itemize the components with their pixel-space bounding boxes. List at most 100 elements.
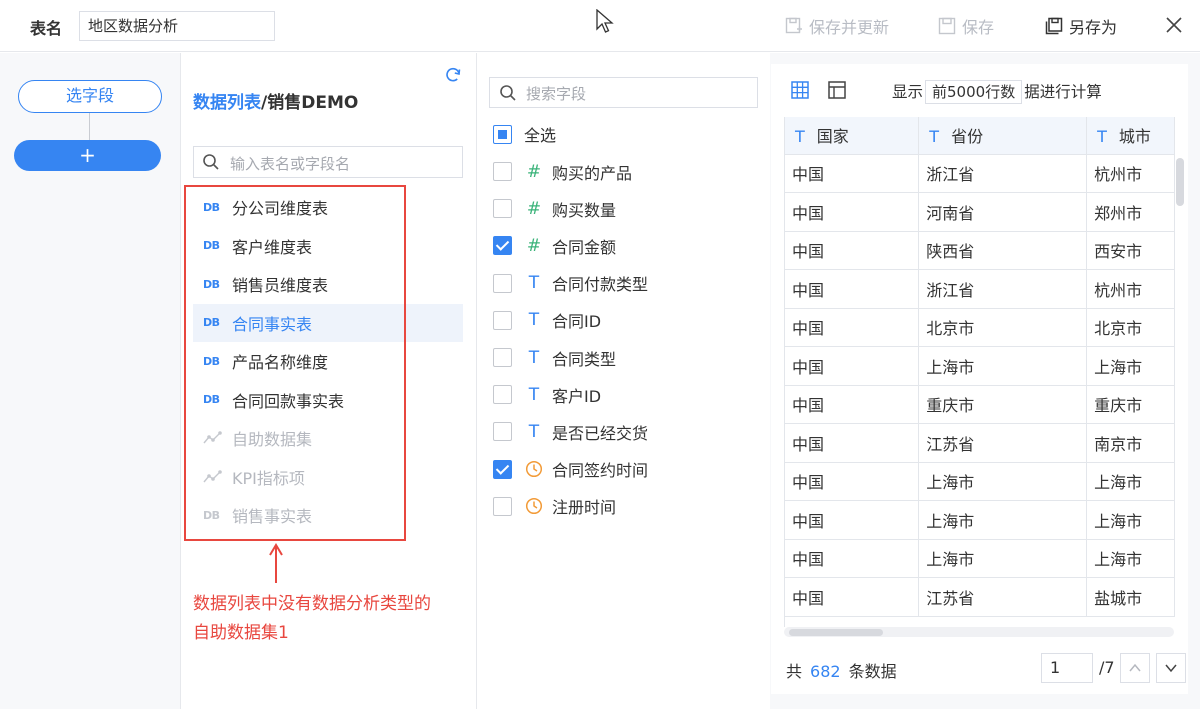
text-type-icon: T bbox=[528, 310, 540, 331]
checkbox-partial[interactable] bbox=[493, 124, 512, 144]
field-item[interactable]: T 合同类型 bbox=[493, 339, 648, 376]
table-cell: 重庆市 bbox=[918, 385, 1088, 424]
prev-page-button[interactable] bbox=[1120, 653, 1150, 683]
add-step-button[interactable]: + bbox=[14, 140, 161, 171]
table-cell: 中国 bbox=[785, 269, 920, 309]
table-cell: 北京市 bbox=[918, 308, 1088, 347]
text-type-icon: T bbox=[528, 273, 540, 294]
field-search-placeholder: 搜索字段 bbox=[526, 85, 587, 103]
preview-table: T 国家 T 省份 T 城市 中国 浙江省 杭州市 中国 河南省 郑州市 中国 陕西省 西安市 中… bbox=[784, 117, 1175, 627]
horizontal-scrollbar[interactable] bbox=[789, 629, 883, 636]
number-type-icon: # bbox=[526, 235, 542, 256]
field-list: # 购买的产品 # 购买数量 # 合同金额 T 合同付款类型 T 合同ID T 合同类型 T… bbox=[493, 153, 648, 525]
top-bar: 表名 地区数据分析 保存并更新 保存 另存为 bbox=[0, 0, 1200, 52]
field-item[interactable]: 注册时间 bbox=[493, 488, 648, 525]
field-item[interactable]: T 客户ID bbox=[493, 376, 648, 413]
table-cell: 上海市 bbox=[1086, 500, 1175, 540]
select-all-label: 全选 bbox=[524, 126, 557, 145]
table-cell: 中国 bbox=[785, 308, 920, 347]
refresh-icon[interactable] bbox=[444, 66, 462, 84]
table-cell: 中国 bbox=[785, 346, 920, 386]
field-search-input[interactable]: 搜索字段 bbox=[489, 77, 758, 108]
table-row: 中国 江苏省 盐城市 bbox=[785, 577, 1175, 617]
pick-fields-button[interactable]: 选字段 bbox=[18, 80, 162, 113]
table-row: 中国 北京市 北京市 bbox=[785, 308, 1175, 347]
chevron-up-icon bbox=[1129, 663, 1141, 672]
field-item[interactable]: T 合同ID bbox=[493, 302, 648, 339]
table-cell: 上海市 bbox=[1086, 539, 1175, 578]
table-row: 中国 陕西省 西安市 bbox=[785, 231, 1175, 270]
field-checkbox-checked[interactable] bbox=[493, 459, 512, 479]
table-cell: 重庆市 bbox=[1086, 385, 1175, 424]
field-label: 注册时间 bbox=[552, 498, 617, 518]
table-cell: 江苏省 bbox=[918, 577, 1088, 617]
field-item[interactable]: 合同签约时间 bbox=[493, 451, 648, 488]
row-count-number: 682 bbox=[810, 662, 841, 681]
table-cell: 陕西省 bbox=[918, 231, 1088, 270]
chevron-down-icon bbox=[1165, 664, 1177, 673]
clock-icon bbox=[524, 459, 544, 479]
select-all-checkbox[interactable]: 全选 bbox=[493, 123, 556, 145]
field-item[interactable]: # 合同金额 bbox=[493, 227, 648, 264]
field-label: 合同签约时间 bbox=[552, 461, 649, 481]
text-type-icon: T bbox=[528, 384, 540, 405]
column-header[interactable]: T 国家 bbox=[785, 117, 920, 155]
column-header[interactable]: T 城市 bbox=[1086, 117, 1175, 155]
field-checkbox[interactable] bbox=[493, 310, 512, 330]
table-name-input[interactable]: 地区数据分析 bbox=[79, 11, 275, 41]
table-cell: 南京市 bbox=[1086, 423, 1175, 463]
field-item[interactable]: T 合同付款类型 bbox=[493, 265, 648, 302]
table-cell: 盐城市 bbox=[1086, 577, 1175, 617]
save-as-label: 另存为 bbox=[1069, 18, 1118, 37]
field-item[interactable]: # 购买的产品 bbox=[493, 153, 648, 190]
field-checkbox[interactable] bbox=[493, 162, 512, 182]
field-label: 合同金额 bbox=[552, 237, 617, 257]
table-cell: 中国 bbox=[785, 500, 920, 540]
field-item[interactable]: T 是否已经交货 bbox=[493, 413, 648, 450]
save-as-icon bbox=[1045, 17, 1063, 35]
field-checkbox[interactable] bbox=[493, 348, 512, 368]
row-limit-select[interactable]: 前5000行数 bbox=[925, 80, 1023, 104]
clock-icon bbox=[524, 496, 544, 516]
field-label: 是否已经交货 bbox=[552, 423, 649, 443]
field-label: 合同类型 bbox=[552, 349, 617, 369]
field-checkbox[interactable] bbox=[493, 496, 512, 516]
vertical-scrollbar[interactable] bbox=[1176, 158, 1184, 206]
save-and-update-label: 保存并更新 bbox=[809, 18, 890, 37]
preview-info-suffix: 据进行计算 bbox=[1024, 83, 1102, 101]
save-as-button[interactable]: 另存为 bbox=[1045, 14, 1117, 38]
column-header[interactable]: T 省份 bbox=[918, 117, 1088, 155]
table-search-input[interactable]: 输入表名或字段名 bbox=[193, 146, 463, 178]
table-row: 中国 上海市 上海市 bbox=[785, 346, 1175, 386]
field-label: 合同付款类型 bbox=[552, 275, 649, 295]
table-row: 中国 浙江省 杭州市 bbox=[785, 269, 1175, 309]
grid-view-icon[interactable] bbox=[790, 80, 810, 100]
table-search-placeholder: 输入表名或字段名 bbox=[230, 155, 351, 173]
breadcrumb-current: 销售DEMO bbox=[267, 93, 359, 113]
table-cell: 北京市 bbox=[1086, 308, 1175, 347]
field-item[interactable]: # 购买数量 bbox=[493, 190, 648, 227]
next-page-button[interactable] bbox=[1156, 653, 1186, 683]
table-row: 中国 浙江省 杭州市 bbox=[785, 154, 1175, 193]
breadcrumb-root[interactable]: 数据列表 bbox=[193, 93, 261, 113]
text-type-icon: T bbox=[528, 421, 540, 442]
step-connector bbox=[89, 113, 90, 140]
table-cell: 中国 bbox=[785, 154, 920, 193]
field-checkbox[interactable] bbox=[493, 273, 512, 293]
table-cell: 上海市 bbox=[1086, 346, 1175, 386]
text-type-icon: T bbox=[528, 347, 540, 368]
text-type-icon: T bbox=[1097, 127, 1107, 147]
table-name-label: 表名 bbox=[30, 19, 63, 38]
table-cell: 中国 bbox=[785, 423, 920, 463]
close-icon[interactable] bbox=[1164, 15, 1184, 35]
layout-view-icon[interactable] bbox=[827, 80, 847, 100]
field-checkbox[interactable] bbox=[493, 422, 512, 442]
field-checkbox[interactable] bbox=[493, 199, 512, 219]
save-button[interactable]: 保存 bbox=[938, 14, 994, 38]
page-total: /7 bbox=[1099, 658, 1115, 677]
page-number-input[interactable]: 1 bbox=[1041, 653, 1093, 683]
field-checkbox[interactable] bbox=[493, 385, 512, 405]
save-and-update-button[interactable]: 保存并更新 bbox=[785, 14, 889, 38]
table-row: 中国 上海市 上海市 bbox=[785, 500, 1175, 540]
field-checkbox-checked[interactable] bbox=[493, 236, 512, 256]
